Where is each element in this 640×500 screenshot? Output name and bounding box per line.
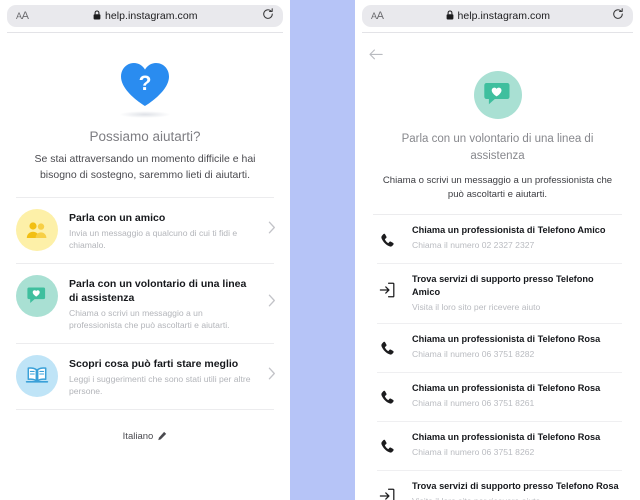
left-page-body: ? Possiamo aiutarti? Se stai attraversan… (0, 39, 290, 500)
list-item-desc: Visita il loro sito per ricevere aiuto (412, 302, 541, 313)
screenshot-stage: AA help.instagram.com ? Possiamo aiutart… (0, 0, 640, 500)
list-item-title: Trova servizi di supporto presso Telefon… (412, 274, 594, 298)
option-title: Parla con un volontario di una linea di … (69, 277, 247, 304)
chat-heart-icon (16, 274, 58, 317)
browser-chrome-left: AA help.instagram.com (0, 0, 290, 39)
chrome-divider (7, 32, 283, 33)
list-item-title: Chiama un professionista di Telefono Ami… (412, 225, 606, 236)
language-selector[interactable]: Italiano (0, 410, 290, 446)
back-button[interactable] (355, 39, 640, 65)
chrome-divider (362, 32, 633, 33)
phone-icon (377, 431, 397, 461)
pencil-icon[interactable] (157, 428, 167, 446)
external-link-icon (377, 480, 397, 500)
reload-icon[interactable] (612, 7, 624, 25)
list-item-text: Chiama un professionista di Telefono Ros… (412, 382, 622, 410)
list-item-title: Chiama un professionista di Telefono Ros… (412, 382, 601, 393)
url-text: help.instagram.com (105, 10, 198, 22)
lock-icon (93, 7, 101, 25)
list-item-desc: Chiama il numero 06 3751 8261 (412, 397, 535, 408)
language-label: Italiano (122, 431, 154, 443)
page-subtitle: Chiama o scrivi un messaggio a un profes… (382, 174, 613, 200)
list-item-desc: Visita il loro sito per ricevere aiuto (412, 495, 622, 500)
phone-icon (377, 333, 397, 363)
page-subtitle: Se stai attraversando un momento diffici… (34, 153, 256, 182)
list-item-text: Trova servizi di supporto presso Telefon… (412, 273, 622, 314)
list-item[interactable]: Trova servizi di supporto presso Telefon… (355, 471, 640, 500)
list-item[interactable]: Chiama un professionista di Telefono Ros… (355, 373, 640, 421)
list-item[interactable]: Chiama un professionista di Telefono Ros… (355, 324, 640, 372)
reload-icon[interactable] (262, 7, 274, 25)
browser-chrome-right: AA help.instagram.com (355, 0, 640, 39)
option-desc: Leggi i suggerimenti che sono stati util… (69, 374, 251, 397)
friends-icon (16, 208, 58, 251)
page-title: Possiamo aiutarti? (89, 129, 201, 144)
heart-question-icon: ? (0, 53, 290, 118)
chevron-right-icon (264, 367, 276, 385)
option-talk-to-volunteer[interactable]: Parla con un volontario di una linea di … (0, 264, 290, 343)
address-bar-content: help.instagram.com (29, 7, 262, 25)
address-bar-content: help.instagram.com (384, 7, 612, 25)
list-item-title: Trova servizi di supporto presso Telefon… (412, 480, 619, 491)
option-desc: Invia un messaggio a qualcuno di cui ti … (69, 227, 238, 251)
address-bar[interactable]: AA help.instagram.com (7, 5, 283, 27)
back-arrow-icon[interactable] (369, 47, 383, 64)
option-text: Scopri cosa può farti stare meglio Leggi… (69, 355, 253, 398)
svg-text:?: ? (139, 72, 152, 95)
list-item-desc: Chiama il numero 06 3751 8262 (412, 446, 535, 457)
list-item-text: Chiama un professionista di Telefono Ami… (412, 224, 622, 252)
text-size-button[interactable]: AA (371, 10, 384, 22)
chat-heart-icon (355, 67, 640, 123)
book-icon (16, 354, 58, 397)
left-phone-panel: AA help.instagram.com ? Possiamo aiutart… (0, 0, 290, 500)
heart-shadow (119, 111, 171, 118)
text-size-button[interactable]: AA (16, 10, 29, 22)
chevron-right-icon (264, 221, 276, 239)
lock-icon (446, 7, 454, 25)
address-bar[interactable]: AA help.instagram.com (362, 5, 633, 27)
option-discover-tips[interactable]: Scopri cosa può farti stare meglio Leggi… (0, 344, 290, 409)
url-text: help.instagram.com (457, 10, 551, 22)
list-item[interactable]: Chiama un professionista di Telefono Ami… (355, 215, 640, 263)
phone-icon (377, 224, 397, 254)
list-item-text: Chiama un professionista di Telefono Ros… (412, 431, 622, 459)
list-item[interactable]: Chiama un professionista di Telefono Ros… (355, 422, 640, 470)
page-title: Parla con un volontario di una linea di … (401, 133, 594, 163)
right-hero: Parla con un volontario di una linea di … (355, 65, 640, 202)
list-item-text: Chiama un professionista di Telefono Ros… (412, 333, 622, 361)
list-item-title: Chiama un professionista di Telefono Ros… (412, 333, 601, 344)
list-item-desc: Chiama il numero 02 2327 2327 (412, 240, 535, 251)
option-desc: Chiama o scrivi un messaggio a un profes… (69, 307, 230, 331)
right-page-body: Parla con un volontario di una linea di … (355, 39, 640, 500)
option-text: Parla con un volontario di una linea di … (69, 275, 253, 332)
list-item-desc: Chiama il numero 06 3751 8282 (412, 348, 535, 359)
list-item-title: Chiama un professionista di Telefono Ros… (412, 431, 601, 442)
phone-icon (377, 382, 397, 412)
list-item-text: Trova servizi di supporto presso Telefon… (412, 480, 622, 500)
right-phone-panel: AA help.instagram.com Parla con un volon… (355, 0, 640, 500)
option-title: Parla con un amico (69, 211, 166, 224)
panel-gap (290, 0, 355, 500)
option-title: Scopri cosa può farti stare meglio (69, 357, 239, 370)
option-talk-to-friend[interactable]: Parla con un amico Invia un messaggio a … (0, 198, 290, 263)
left-hero: ? Possiamo aiutarti? Se stai attraversan… (0, 39, 290, 184)
chevron-right-icon (264, 294, 276, 312)
external-link-icon (377, 273, 397, 303)
list-item[interactable]: Trova servizi di supporto presso Telefon… (355, 264, 640, 323)
option-text: Parla con un amico Invia un messaggio a … (69, 209, 253, 252)
